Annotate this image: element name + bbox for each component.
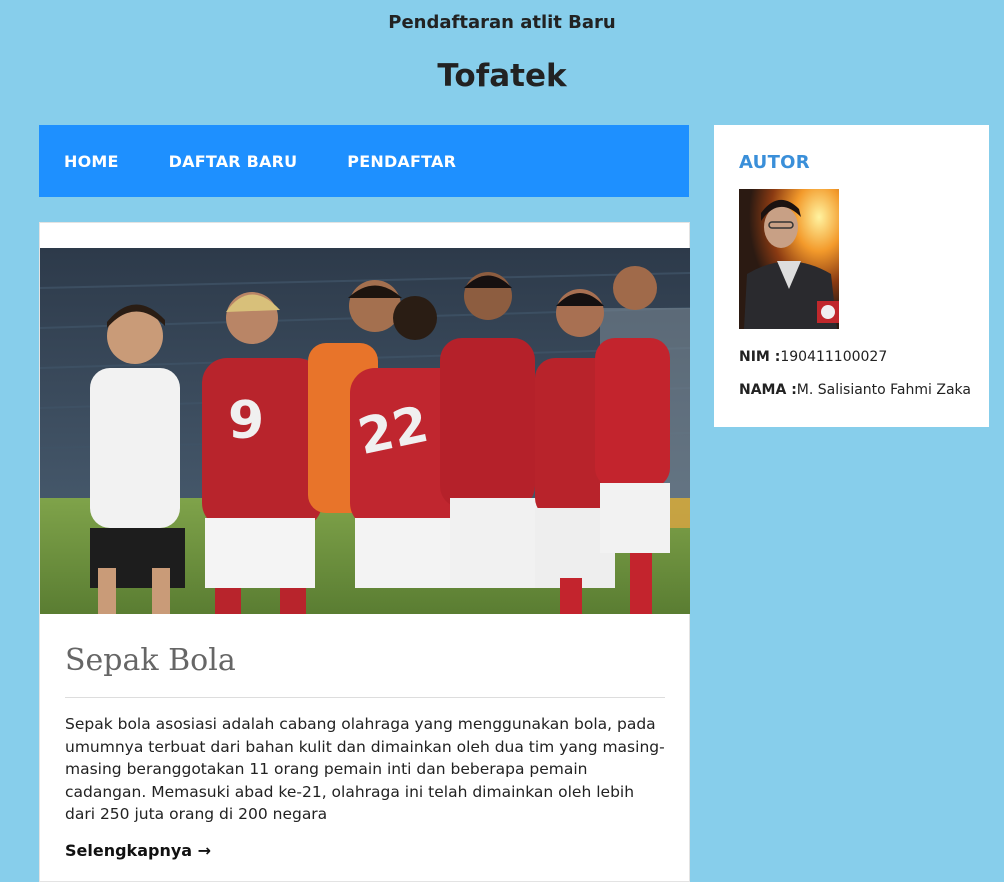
post-card: 9 22 Sepak Bola Sepak bola asosiasi adal…	[39, 222, 690, 882]
nama-label: NAMA :	[739, 382, 797, 398]
nim-value: 190411100027	[780, 349, 888, 365]
site-subtitle: Pendaftaran atlit Baru	[388, 12, 616, 33]
author-widget: AUTOR NIM :190411100027 NAMA :M. Salisia…	[714, 125, 989, 427]
nama-row: NAMA :M. Salisianto Fahmi Zaka	[739, 382, 971, 398]
nav-pendaftar[interactable]: PENDAFTAR	[347, 152, 456, 171]
widget-title: AUTOR	[739, 152, 810, 173]
post-excerpt: Sepak bola asosiasi adalah cabang olahra…	[65, 715, 665, 823]
post-title[interactable]: Sepak Bola	[65, 643, 236, 678]
jersey-number-9: 9	[228, 391, 264, 451]
nim-label: NIM :	[739, 349, 781, 365]
post-divider	[65, 697, 665, 698]
nav-home[interactable]: HOME	[64, 152, 119, 171]
author-photo	[739, 189, 839, 329]
author-portrait	[739, 189, 839, 329]
nama-value: M. Salisianto Fahmi Zaka	[796, 382, 971, 398]
nav-daftar-baru[interactable]: DAFTAR BARU	[169, 152, 298, 171]
main-nav: HOME DAFTAR BARU PENDAFTAR	[39, 125, 689, 197]
football-team-photo: 9 22	[40, 248, 690, 614]
read-more-link[interactable]: Selengkapnya →	[65, 841, 211, 860]
nim-row: NIM :190411100027	[739, 349, 887, 365]
site-title[interactable]: Tofatek	[0, 58, 1004, 94]
post-featured-image[interactable]: 9 22	[40, 248, 690, 614]
